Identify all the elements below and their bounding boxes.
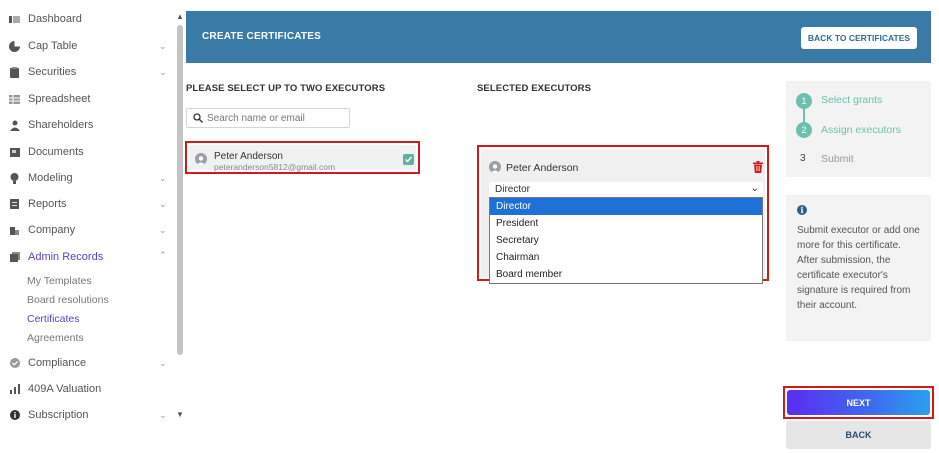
info-circle-icon <box>9 410 20 421</box>
progress-steps: 1 Select grants 2 Assign executors 3 Sub… <box>786 81 931 177</box>
scroll-down-arrow-icon[interactable]: ▼ <box>176 410 184 419</box>
building-icon <box>9 225 20 236</box>
executor-name: Peter Anderson <box>214 151 283 162</box>
chevron-down-icon: ⌄ <box>750 183 759 194</box>
sidebar-subitem-my-templates[interactable]: My Templates <box>27 275 92 287</box>
sidebar-item-compliance[interactable]: Compliance ⌄ <box>0 352 176 374</box>
role-select-value: Director <box>495 184 531 195</box>
executor-list-item[interactable]: Peter Anderson peteranderson5812@gmail.c… <box>185 141 420 174</box>
sidebar-item-dashboard[interactable]: Dashboard <box>0 8 176 30</box>
sidebar-item-reports[interactable]: Reports ⌄ <box>0 193 176 215</box>
page-title: CREATE CERTIFICATES <box>202 31 321 42</box>
sidebar-item-label: Admin Records <box>28 251 104 263</box>
sidebar-subitem-certificates[interactable]: Certificates <box>27 313 80 325</box>
sidebar-item-label: Securities <box>28 66 77 78</box>
sidebar-item-shareholders[interactable]: Shareholders <box>0 114 176 136</box>
search-box <box>186 108 350 128</box>
sidebar-item-securities[interactable]: Securities ⌄ <box>0 61 176 83</box>
info-text: Submit executor or add one more for this… <box>797 225 920 311</box>
selected-executor-card: Peter Anderson Director ⌄ Director Presi… <box>477 145 769 284</box>
records-icon <box>9 252 20 263</box>
person-icon <box>9 120 20 131</box>
sidebar-subitem-board-resolutions[interactable]: Board resolutions <box>27 294 109 306</box>
chevron-down-icon: ⌄ <box>159 198 167 209</box>
step-2-label: Assign executors <box>821 124 901 136</box>
search-icon <box>193 113 203 123</box>
role-option-president[interactable]: President <box>490 215 762 232</box>
step-3-label: Submit <box>821 153 854 165</box>
chevron-down-icon: ⌄ <box>159 40 167 51</box>
sidebar-scrollbar-thumb[interactable] <box>177 25 183 355</box>
sidebar-item-subscription[interactable]: Subscription ⌄ <box>0 404 176 426</box>
avatar <box>195 153 207 165</box>
select-executors-heading: PLEASE SELECT UP TO TWO EXECUTORS <box>186 83 386 94</box>
step-1-label: Select grants <box>821 94 883 106</box>
sidebar-item-label: 409A Valuation <box>28 383 102 395</box>
step-connector <box>803 109 805 122</box>
info-icon: i <box>797 205 807 215</box>
scroll-up-arrow-icon[interactable]: ▲ <box>176 12 184 21</box>
chevron-down-icon: ⌄ <box>159 409 167 420</box>
bar-chart-icon <box>9 384 20 395</box>
executor-email: peteranderson5812@gmail.com <box>214 162 336 172</box>
role-dropdown-list: Director President Secretary Chairman Bo… <box>489 197 763 284</box>
checkmark-icon <box>404 156 413 163</box>
sidebar-item-admin-records[interactable]: Admin Records ⌃ <box>0 246 176 268</box>
sidebar-item-label: Reports <box>28 198 67 210</box>
spreadsheet-icon <box>9 94 20 105</box>
executor-checkbox[interactable] <box>403 154 414 165</box>
chevron-down-icon: ⌄ <box>159 172 167 183</box>
selected-executor-name: Peter Anderson <box>506 162 579 174</box>
sidebar-item-documents[interactable]: Documents <box>0 141 176 163</box>
avatar <box>489 161 501 173</box>
shield-check-icon <box>9 358 20 369</box>
sidebar-item-label: Modeling <box>28 172 73 184</box>
step-3-indicator: 3 <box>800 153 806 164</box>
selected-executors-heading: SELECTED EXECUTORS <box>477 83 592 94</box>
sidebar-item-label: Spreadsheet <box>28 93 91 105</box>
document-icon <box>9 147 20 158</box>
sidebar-item-label: Dashboard <box>28 13 82 25</box>
sidebar-item-cap-table[interactable]: Cap Table ⌄ <box>0 35 176 57</box>
sidebar-subitem-agreements[interactable]: Agreements <box>27 332 84 344</box>
sidebar: Dashboard Cap Table ⌄ Securities ⌄ Sprea… <box>0 0 176 453</box>
trash-icon[interactable] <box>753 161 763 173</box>
sidebar-item-label: Documents <box>28 146 84 158</box>
sidebar-item-label: Compliance <box>28 357 87 369</box>
page-header: CREATE CERTIFICATES BACK TO CERTIFICATES <box>186 11 931 63</box>
search-input[interactable] <box>207 111 347 126</box>
sidebar-item-company[interactable]: Company ⌄ <box>0 219 176 241</box>
sidebar-item-spreadsheet[interactable]: Spreadsheet <box>0 88 176 110</box>
chevron-down-icon: ⌄ <box>159 357 167 368</box>
chevron-down-icon: ⌄ <box>159 66 167 77</box>
back-to-certificates-button[interactable]: BACK TO CERTIFICATES <box>801 27 917 49</box>
next-button[interactable]: NEXT <box>787 390 930 415</box>
pie-chart-icon <box>9 40 20 52</box>
selected-executor-inner: Peter Anderson Director ⌄ Director Presi… <box>481 149 765 284</box>
role-select[interactable]: Director ⌄ <box>489 182 763 197</box>
chevron-up-icon: ⌃ <box>159 250 167 260</box>
role-option-chairman[interactable]: Chairman <box>490 249 762 266</box>
sidebar-item-label: Shareholders <box>28 119 94 131</box>
bulb-icon <box>9 172 20 184</box>
step-1-indicator: 1 <box>796 93 812 109</box>
dashboard-icon <box>9 14 20 25</box>
chevron-down-icon: ⌄ <box>159 224 167 235</box>
sidebar-item-label: Subscription <box>28 409 89 421</box>
sidebar-item-409a-valuation[interactable]: 409A Valuation <box>0 378 176 400</box>
role-option-secretary[interactable]: Secretary <box>490 232 762 249</box>
next-button-highlight: NEXT <box>783 386 934 419</box>
back-button[interactable]: BACK <box>786 421 931 449</box>
executor-card-inner: Peter Anderson peteranderson5812@gmail.c… <box>189 145 416 172</box>
clipboard-icon <box>9 66 20 78</box>
info-panel: i Submit executor or add one more for th… <box>786 195 931 341</box>
report-icon <box>9 199 20 210</box>
role-option-director[interactable]: Director <box>490 198 762 215</box>
sidebar-item-modeling[interactable]: Modeling ⌄ <box>0 167 176 189</box>
step-2-indicator: 2 <box>796 122 812 138</box>
sidebar-item-label: Cap Table <box>28 40 78 52</box>
role-option-board-member[interactable]: Board member <box>490 266 762 283</box>
sidebar-item-label: Company <box>28 224 76 236</box>
